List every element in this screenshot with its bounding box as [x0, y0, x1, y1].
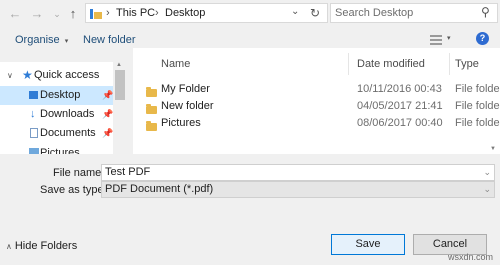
file-type: File folder	[455, 83, 500, 95]
save-type-dropdown-icon[interactable]: ⌄	[483, 182, 491, 197]
back-arrow-icon[interactable]: ←	[6, 5, 24, 23]
column-divider[interactable]	[449, 53, 450, 75]
save-button[interactable]: Save	[331, 234, 405, 255]
search-input[interactable]: Search Desktop	[335, 7, 413, 19]
help-icon[interactable]: ?	[476, 32, 489, 45]
save-type-label: Save as type:	[40, 184, 107, 196]
column-header-name[interactable]: Name	[161, 58, 190, 70]
save-type-select[interactable]: PDF Document (*.pdf) ⌄	[101, 181, 495, 198]
collapse-chevron-icon: ∧	[6, 242, 12, 251]
file-type: File folder	[455, 100, 500, 112]
this-pc-icon	[90, 9, 102, 22]
column-header-type[interactable]: Type	[455, 58, 479, 70]
watermark: wsxdn.com	[448, 252, 494, 262]
breadcrumb-separator-icon: ›	[106, 7, 110, 19]
file-name-dropdown-icon[interactable]: ⌄	[483, 165, 491, 180]
up-arrow-icon[interactable]: ↑	[64, 5, 82, 23]
file-date: 10/11/2016 00:43	[357, 83, 442, 95]
forward-arrow-icon[interactable]: →	[28, 5, 46, 23]
nav-item-pictures[interactable]: Pictures	[0, 144, 113, 154]
address-dropdown-icon[interactable]: ⌄	[291, 6, 299, 17]
folder-icon	[146, 87, 157, 100]
file-name: New folder	[161, 100, 214, 112]
search-box[interactable]: Search Desktop ⚲	[330, 3, 498, 23]
search-icon[interactable]: ⚲	[481, 5, 490, 19]
file-name-label: File name:	[53, 167, 105, 179]
view-options-icon[interactable]	[430, 35, 442, 45]
nav-scroll-thumb[interactable]	[115, 70, 125, 100]
hide-folders-toggle[interactable]: ∧ Hide Folders	[6, 240, 77, 252]
scroll-down-icon[interactable]: ▼	[490, 146, 496, 152]
nav-item-quick-access[interactable]: ∨ ★ Quick access	[0, 66, 113, 85]
document-icon	[30, 128, 38, 138]
file-name: Pictures	[161, 117, 201, 129]
organise-label: Organise	[15, 34, 60, 46]
breadcrumb-desktop[interactable]: Desktop	[165, 7, 205, 19]
nav-item-documents[interactable]: Documents 📌	[0, 124, 113, 143]
refresh-icon[interactable]: ↻	[310, 6, 320, 20]
nav-item-label: Documents	[40, 127, 96, 139]
navigation-pane: ∨ ★ Quick access Desktop 📌 ↓ Downloads 📌…	[0, 62, 127, 154]
horizontal-scrollbar[interactable]: ▼	[0, 146, 500, 162]
nav-item-desktop[interactable]: Desktop 📌	[0, 86, 113, 105]
download-arrow-icon: ↓	[30, 108, 36, 120]
pin-icon[interactable]: 📌	[102, 124, 113, 143]
folder-icon	[146, 121, 157, 134]
star-icon: ★	[22, 68, 33, 82]
file-date: 04/05/2017 21:41	[357, 100, 443, 112]
pin-icon[interactable]: 📌	[102, 86, 113, 105]
nav-item-label: Quick access	[34, 69, 100, 81]
address-bar[interactable]: › This PC › Desktop ⌄ ↻	[85, 3, 328, 23]
file-type: File folder	[455, 117, 500, 129]
file-name: My Folder	[161, 83, 210, 95]
nav-item-label: Pictures	[40, 147, 80, 154]
organise-dropdown-icon: ▾	[64, 38, 69, 45]
column-header-date-modified[interactable]: Date modified	[357, 58, 425, 70]
nav-item-downloads[interactable]: ↓ Downloads 📌	[0, 105, 113, 124]
file-list: Name Date modified Type My Folder 10/11/…	[133, 48, 500, 154]
nav-scrollbar[interactable]: ▲	[113, 62, 127, 154]
organise-button[interactable]: Organise ▾	[15, 34, 68, 46]
view-dropdown-icon[interactable]: ▾	[447, 34, 451, 42]
nav-item-label: Downloads	[40, 108, 95, 120]
new-folder-button[interactable]: New folder	[83, 34, 136, 46]
save-type-value: PDF Document (*.pdf)	[105, 183, 214, 195]
file-name-value: Test PDF	[105, 166, 151, 178]
column-divider[interactable]	[348, 53, 349, 75]
expand-chevron-icon[interactable]: ∨	[7, 66, 13, 85]
breadcrumb-this-pc[interactable]: This PC	[116, 7, 155, 19]
file-name-field[interactable]: Test PDF ⌄	[101, 164, 495, 181]
hide-folders-label: Hide Folders	[14, 240, 78, 252]
file-date: 08/06/2017 00:40	[357, 117, 443, 129]
folder-icon	[146, 104, 157, 117]
breadcrumb-separator-icon: ›	[155, 7, 159, 19]
desktop-icon	[29, 91, 38, 99]
nav-item-label: Desktop	[40, 89, 81, 101]
pin-icon[interactable]: 📌	[102, 105, 113, 124]
scroll-up-icon[interactable]: ▲	[116, 62, 122, 68]
